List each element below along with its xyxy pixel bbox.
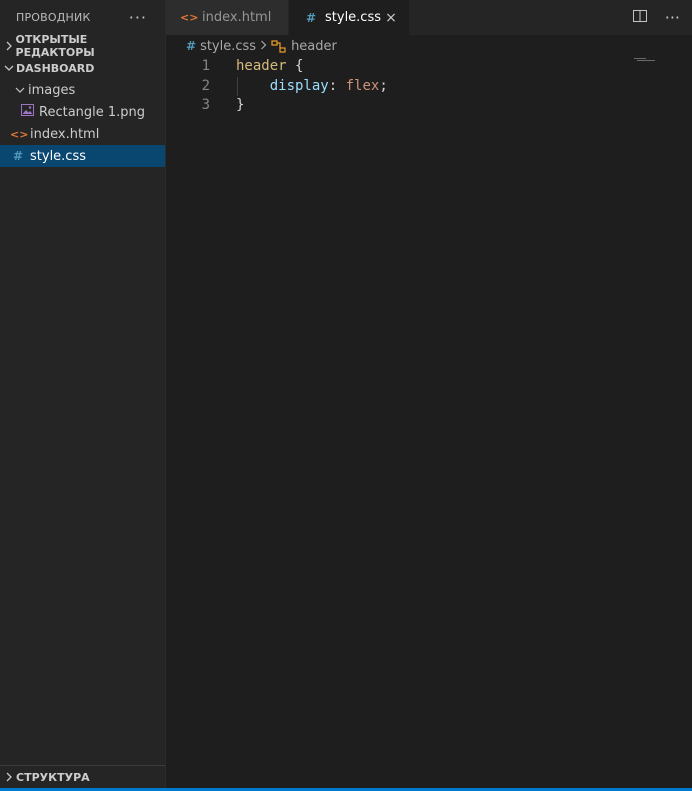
class-symbol-icon — [271, 39, 286, 53]
tab-label: index.html — [202, 10, 272, 25]
tree-file-index[interactable]: <> index.html — [0, 123, 165, 145]
file-label: Rectangle 1.png — [39, 104, 146, 120]
tree-file-rectangle[interactable]: Rectangle 1.png — [0, 101, 165, 123]
css-property: display — [269, 77, 329, 94]
outline-panel: СТРУКТУРА — [0, 765, 165, 788]
chevron-right-icon — [2, 41, 16, 51]
ellipsis-icon[interactable]: ··· — [665, 8, 680, 27]
css-file-icon: # — [305, 10, 317, 25]
vscode-window: ПРОВОДНИК ··· ОТКРЫТЫЕ РЕДАКТОРЫ DASHBOA… — [0, 0, 692, 791]
tree-folder-images[interactable]: images — [0, 79, 165, 101]
line-number: 1 — [201, 58, 210, 74]
outline-section[interactable]: СТРУКТУРА — [0, 766, 165, 788]
tab-bar: <> index.html # style.css × ··· — [166, 0, 692, 35]
file-label: index.html — [30, 126, 100, 142]
explorer-title: ПРОВОДНИК — [16, 11, 91, 24]
tab-style-css[interactable]: # style.css × — [289, 0, 409, 35]
close-brace: } — [236, 97, 245, 113]
html-file-icon: <> — [10, 127, 29, 141]
image-file-icon — [19, 104, 35, 120]
css-file-icon: # — [186, 39, 197, 53]
line-content: header { — [236, 57, 303, 77]
code-line: 1 header { — [166, 57, 692, 77]
css-file-icon: # — [12, 149, 24, 163]
indent-guide — [237, 76, 238, 96]
tree-file-style[interactable]: # style.css — [0, 145, 165, 167]
editor-area: <> index.html # style.css × ··· # style.… — [166, 0, 692, 788]
line-number: 3 — [201, 97, 210, 113]
editor-actions: ··· — [632, 0, 680, 35]
css-selector: header — [236, 58, 287, 74]
open-brace: { — [286, 58, 304, 74]
close-icon[interactable]: × — [383, 10, 399, 26]
line-content: } — [236, 96, 244, 116]
chevron-right-icon — [2, 772, 16, 782]
chevron-right-icon — [260, 39, 267, 53]
tab-index-html[interactable]: <> index.html — [166, 0, 289, 35]
chevron-down-icon — [2, 64, 16, 72]
file-label: style.css — [30, 148, 86, 164]
code-editor[interactable]: 1 header { 2 display: flex; 3 } — [166, 57, 692, 116]
explorer-sidebar: ПРОВОДНИК ··· ОТКРЫТЫЕ РЕДАКТОРЫ DASHBOA… — [0, 0, 166, 788]
line-number: 2 — [201, 77, 210, 94]
semicolon: ; — [379, 77, 388, 94]
project-label: DASHBOARD — [16, 61, 95, 75]
line-content: display: flex; — [236, 77, 388, 97]
chevron-down-icon — [12, 86, 28, 94]
code-line: 3 } — [166, 96, 692, 116]
folder-label: images — [28, 82, 76, 98]
colon: : — [328, 77, 346, 94]
code-line: 2 display: flex; — [166, 77, 692, 97]
open-editors-label: ОТКРЫТЫЕ РЕДАКТОРЫ — [15, 33, 95, 59]
explorer-header: ПРОВОДНИК ··· — [0, 0, 165, 35]
html-file-icon: <> — [180, 11, 199, 24]
split-editor-icon[interactable] — [632, 8, 647, 27]
breadcrumb-file[interactable]: style.css — [200, 39, 256, 54]
css-value: flex — [345, 77, 380, 94]
breadcrumb-symbol[interactable]: header — [291, 39, 337, 54]
breadcrumb: # style.css header — [166, 35, 692, 57]
open-editors-section[interactable]: ОТКРЫТЫЕ РЕДАКТОРЫ — [0, 33, 165, 59]
outline-label: СТРУКТУРА — [16, 770, 90, 784]
project-section[interactable]: DASHBOARD — [0, 57, 165, 79]
minimap[interactable] — [634, 58, 655, 64]
ellipsis-icon[interactable]: ··· — [129, 8, 147, 27]
tab-label: style.css — [325, 10, 381, 25]
